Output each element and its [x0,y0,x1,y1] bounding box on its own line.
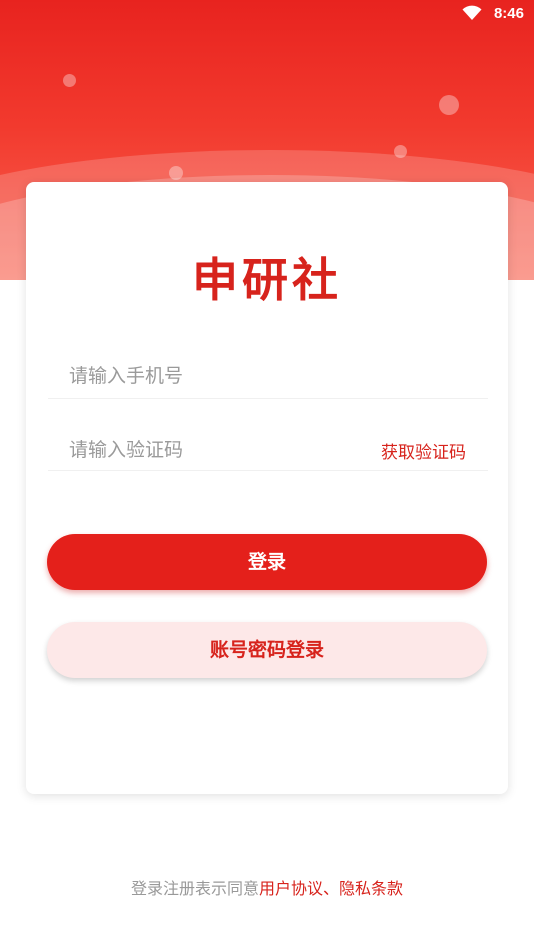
code-field: 获取验证码 [48,398,488,471]
status-time: 8:46 [493,5,524,22]
bubble-decoration [63,74,76,87]
app-title: 申研社 [192,253,342,307]
bubble-decoration [439,95,459,115]
get-code-button[interactable]: 获取验证码 [381,438,466,463]
agreement-prefix: 登录注册表示同意 [130,879,259,898]
status-bar: 8:46 [0,0,534,28]
verification-code-input[interactable] [48,430,369,470]
agreement-footer: 登录注册表示同意用户协议、隐私条款 [0,875,534,899]
bubble-decoration [394,145,407,158]
login-button[interactable]: 登录 [47,534,487,590]
phone-field [48,340,488,399]
bubble-decoration [169,166,183,180]
account-password-login-button[interactable]: 账号密码登录 [47,622,487,678]
phone-input[interactable] [48,356,369,396]
wifi-icon [462,5,482,20]
agreement-links[interactable]: 用户协议、隐私条款 [259,879,403,898]
login-card: 申研社 获取验证码 登录 账号密码登录 [26,182,508,794]
